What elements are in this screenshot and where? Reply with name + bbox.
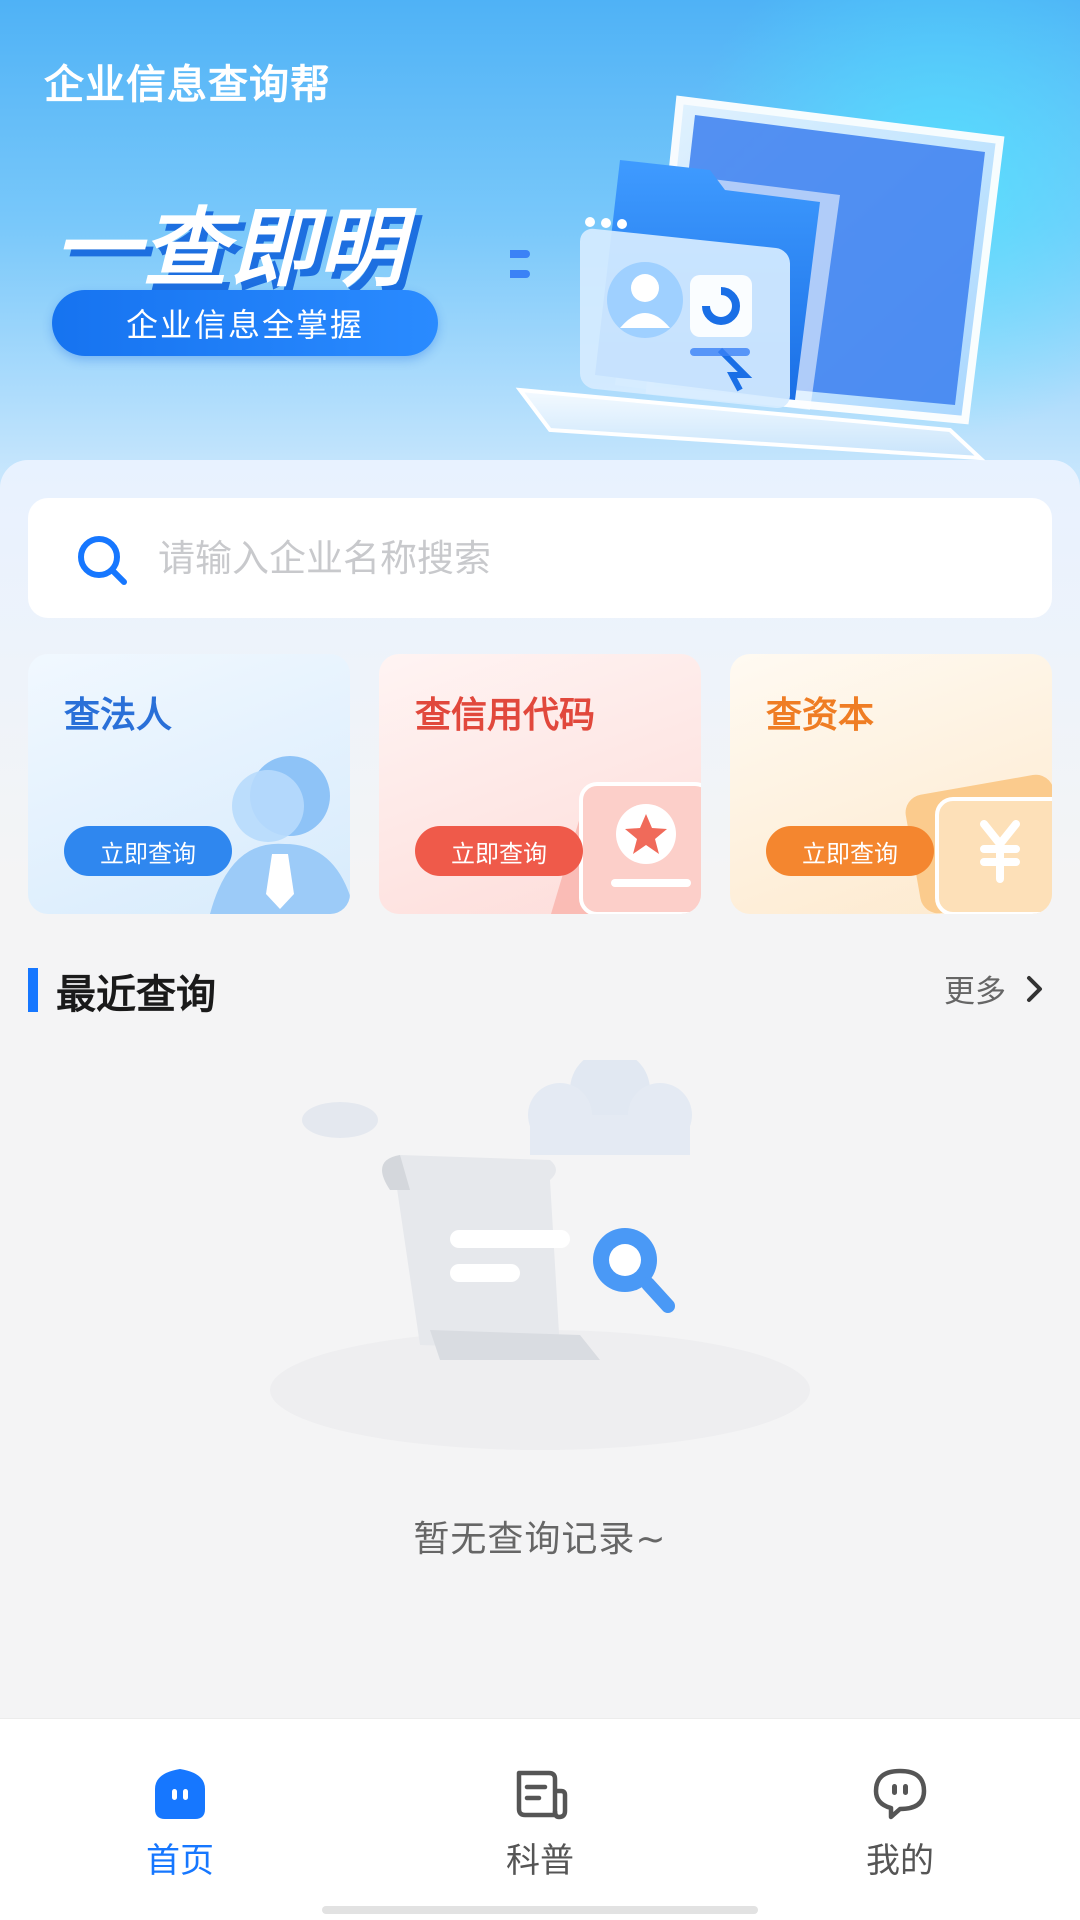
card-title: 查信用代码 xyxy=(415,695,596,736)
tab-science[interactable]: 科普 xyxy=(440,1765,640,1895)
section-title: 最近查询 xyxy=(56,972,216,1018)
home-indicator xyxy=(322,1906,758,1914)
tab-label: 首页 xyxy=(146,1841,214,1881)
article-icon xyxy=(516,1770,568,1820)
chevron-right-icon xyxy=(1027,975,1042,1002)
more-label: 更多 xyxy=(944,974,1006,1010)
search-input[interactable] xyxy=(158,528,1018,588)
quick-query-cards: 查法人 立即查询 查信用代码 立即查询 查资本 立即查询 xyxy=(28,654,1052,914)
card-query-button[interactable]: 立即查询 xyxy=(64,826,232,876)
main-content: 查法人 立即查询 查信用代码 立即查询 查资本 xyxy=(0,460,1080,1720)
card-capital[interactable]: 查资本 立即查询 xyxy=(730,654,1052,914)
app-title: 企业信息查询帮 xyxy=(44,62,331,108)
card-title: 查法人 xyxy=(64,695,173,736)
search-bar[interactable] xyxy=(28,498,1052,618)
tab-home[interactable]: 首页 xyxy=(80,1765,280,1895)
bottom-tab-bar: 首页 科普 我的 xyxy=(0,1718,1080,1920)
header-banner: 企业信息查询帮 一查即明 企业信息全掌握 xyxy=(0,0,1080,500)
more-link[interactable]: 更多 xyxy=(944,966,1046,1011)
search-icon xyxy=(78,536,127,585)
empty-state-text: 暂无查询记录~ xyxy=(413,1519,667,1560)
section-accent-bar xyxy=(28,968,38,1012)
tab-mine[interactable]: 我的 xyxy=(800,1765,1000,1895)
banner-tagline-pill: 企业信息全掌握 xyxy=(52,290,438,356)
card-credit-code[interactable]: 查信用代码 立即查询 xyxy=(379,654,701,914)
home-icon xyxy=(155,1769,205,1819)
banner-slogan: 一查即明 xyxy=(54,199,406,299)
tab-label: 科普 xyxy=(506,1841,574,1881)
card-query-button[interactable]: 立即查询 xyxy=(766,826,934,876)
card-query-button[interactable]: 立即查询 xyxy=(415,826,583,876)
tab-label: 我的 xyxy=(866,1841,934,1881)
recent-queries-header: 最近查询 更多 xyxy=(28,960,1052,1020)
laptop-folder-illustration xyxy=(510,95,1005,461)
empty-state-illustration xyxy=(270,1060,810,1450)
chat-face-icon xyxy=(873,1768,927,1820)
card-legal-person[interactable]: 查法人 立即查询 xyxy=(28,654,350,914)
card-title: 查资本 xyxy=(766,695,875,736)
